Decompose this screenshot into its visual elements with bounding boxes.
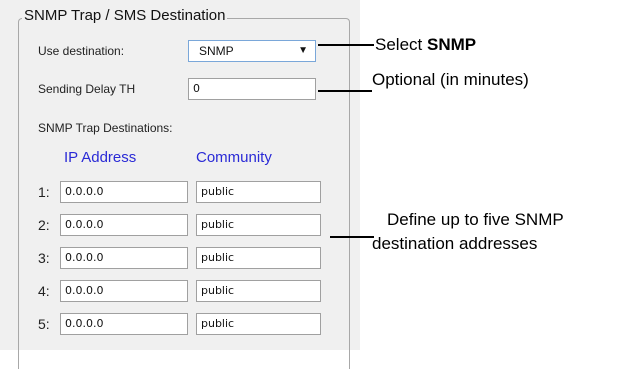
- row-number: 1:: [38, 184, 50, 200]
- row-number: 3:: [38, 250, 50, 266]
- column-header-ip: IP Address: [64, 149, 137, 166]
- ip-address-input-1[interactable]: 0.0.0.0: [60, 181, 188, 203]
- ip-address-input-4[interactable]: 0.0.0.0: [60, 280, 188, 302]
- sending-delay-input[interactable]: 0: [188, 78, 316, 100]
- dropdown-arrow-icon: ▼: [298, 45, 308, 56]
- row-number: 5:: [38, 316, 50, 332]
- callout-select-prefix: Select: [375, 35, 427, 54]
- callout-line-define: [330, 236, 374, 238]
- column-header-community: Community: [196, 149, 272, 166]
- callout-select-bold: SNMP: [426, 35, 477, 54]
- callout-optional: Optional (in minutes): [372, 70, 529, 89]
- callout-define-line1: Define up to five SNMP: [387, 210, 564, 229]
- trap-destinations-label: SNMP Trap Destinations:: [38, 121, 173, 135]
- callout-line-optional: [318, 90, 372, 92]
- sending-delay-label: Sending Delay TH: [38, 82, 136, 96]
- community-input-5[interactable]: public: [196, 313, 321, 335]
- ip-address-input-3[interactable]: 0.0.0.0: [60, 247, 188, 269]
- callout-select: Select SNMP: [375, 34, 476, 55]
- settings-panel: SNMP Trap / SMS Destination Use destinat…: [0, 0, 360, 369]
- community-input-2[interactable]: public: [196, 214, 321, 236]
- group-legend: SNMP Trap / SMS Destination: [22, 7, 228, 24]
- callout-line-select: [318, 44, 374, 46]
- community-input-4[interactable]: public: [196, 280, 321, 302]
- community-input-3[interactable]: public: [196, 247, 321, 269]
- ip-address-input-5[interactable]: 0.0.0.0: [60, 313, 188, 335]
- use-destination-value: SNMP: [199, 44, 234, 58]
- community-input-1[interactable]: public: [196, 181, 321, 203]
- use-destination-select[interactable]: SNMP ▼: [188, 40, 316, 62]
- callout-define-line2: destination addresses: [372, 234, 538, 253]
- use-destination-label: Use destination:: [38, 44, 125, 58]
- ip-address-input-2[interactable]: 0.0.0.0: [60, 214, 188, 236]
- row-number: 4:: [38, 283, 50, 299]
- row-number: 2:: [38, 217, 50, 233]
